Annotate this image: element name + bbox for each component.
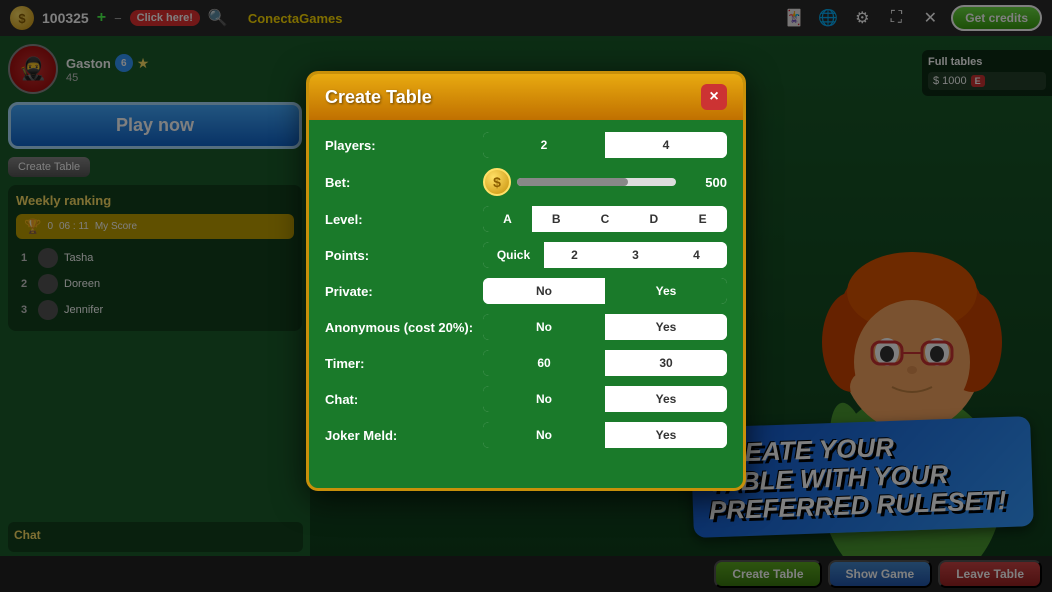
anonymous-option-no[interactable]: No [483, 314, 605, 340]
bet-label: Bet: [325, 175, 475, 190]
timer-label: Timer: [325, 356, 475, 371]
anonymous-row: Anonymous (cost 20%): No Yes [325, 314, 727, 340]
players-option-4[interactable]: 4 [605, 132, 727, 158]
players-control: 2 4 [483, 132, 727, 158]
bet-value: 500 [682, 175, 727, 190]
timer-row: Timer: 60 30 [325, 350, 727, 376]
level-option-c[interactable]: C [581, 206, 630, 232]
points-option-4[interactable]: 4 [666, 242, 727, 268]
bet-slider-track[interactable] [517, 178, 676, 186]
anonymous-control: No Yes [483, 314, 727, 340]
chat-control: No Yes [483, 386, 727, 412]
timer-option-60[interactable]: 60 [483, 350, 605, 376]
joker-meld-control: No Yes [483, 422, 727, 448]
chat-option-no[interactable]: No [483, 386, 605, 412]
private-option-no[interactable]: No [483, 278, 605, 304]
joker-meld-row: Joker Meld: No Yes [325, 422, 727, 448]
modal-header: Create Table × [309, 74, 743, 120]
level-label: Level: [325, 212, 475, 227]
chat-label: Chat: [325, 392, 475, 407]
level-option-d[interactable]: D [629, 206, 678, 232]
players-option-2[interactable]: 2 [483, 132, 605, 158]
points-option-2[interactable]: 2 [544, 242, 605, 268]
points-option-3[interactable]: 3 [605, 242, 666, 268]
modal-close-button[interactable]: × [701, 84, 727, 110]
create-table-modal: Create Table × Players: 2 4 Bet: $ [306, 71, 746, 491]
timer-option-30[interactable]: 30 [605, 350, 727, 376]
anonymous-label: Anonymous (cost 20%): [325, 320, 475, 335]
private-option-yes[interactable]: Yes [605, 278, 727, 304]
level-control: A B C D E [483, 206, 727, 232]
players-row: Players: 2 4 [325, 132, 727, 158]
bet-slider-fill [517, 178, 628, 186]
private-label: Private: [325, 284, 475, 299]
players-label: Players: [325, 138, 475, 153]
timer-control: 60 30 [483, 350, 727, 376]
bet-row: Bet: $ 500 [325, 168, 727, 196]
modal-title: Create Table [325, 87, 432, 108]
private-control: No Yes [483, 278, 727, 304]
joker-meld-option-yes[interactable]: Yes [605, 422, 727, 448]
bet-control: $ 500 [483, 168, 727, 196]
modal-body: Players: 2 4 Bet: $ 500 Level [309, 120, 743, 470]
bet-coin-icon: $ [483, 168, 511, 196]
points-row: Points: Quick 2 3 4 [325, 242, 727, 268]
points-control: Quick 2 3 4 [483, 242, 727, 268]
chat-row: Chat: No Yes [325, 386, 727, 412]
modal-overlay: Create Table × Players: 2 4 Bet: $ [0, 0, 1052, 592]
joker-meld-option-no[interactable]: No [483, 422, 605, 448]
joker-meld-label: Joker Meld: [325, 428, 475, 443]
level-row: Level: A B C D E [325, 206, 727, 232]
private-row: Private: No Yes [325, 278, 727, 304]
chat-option-yes[interactable]: Yes [605, 386, 727, 412]
points-option-quick[interactable]: Quick [483, 242, 544, 268]
points-label: Points: [325, 248, 475, 263]
level-option-e[interactable]: E [678, 206, 727, 232]
level-option-a[interactable]: A [483, 206, 532, 232]
level-option-b[interactable]: B [532, 206, 581, 232]
anonymous-option-yes[interactable]: Yes [605, 314, 727, 340]
